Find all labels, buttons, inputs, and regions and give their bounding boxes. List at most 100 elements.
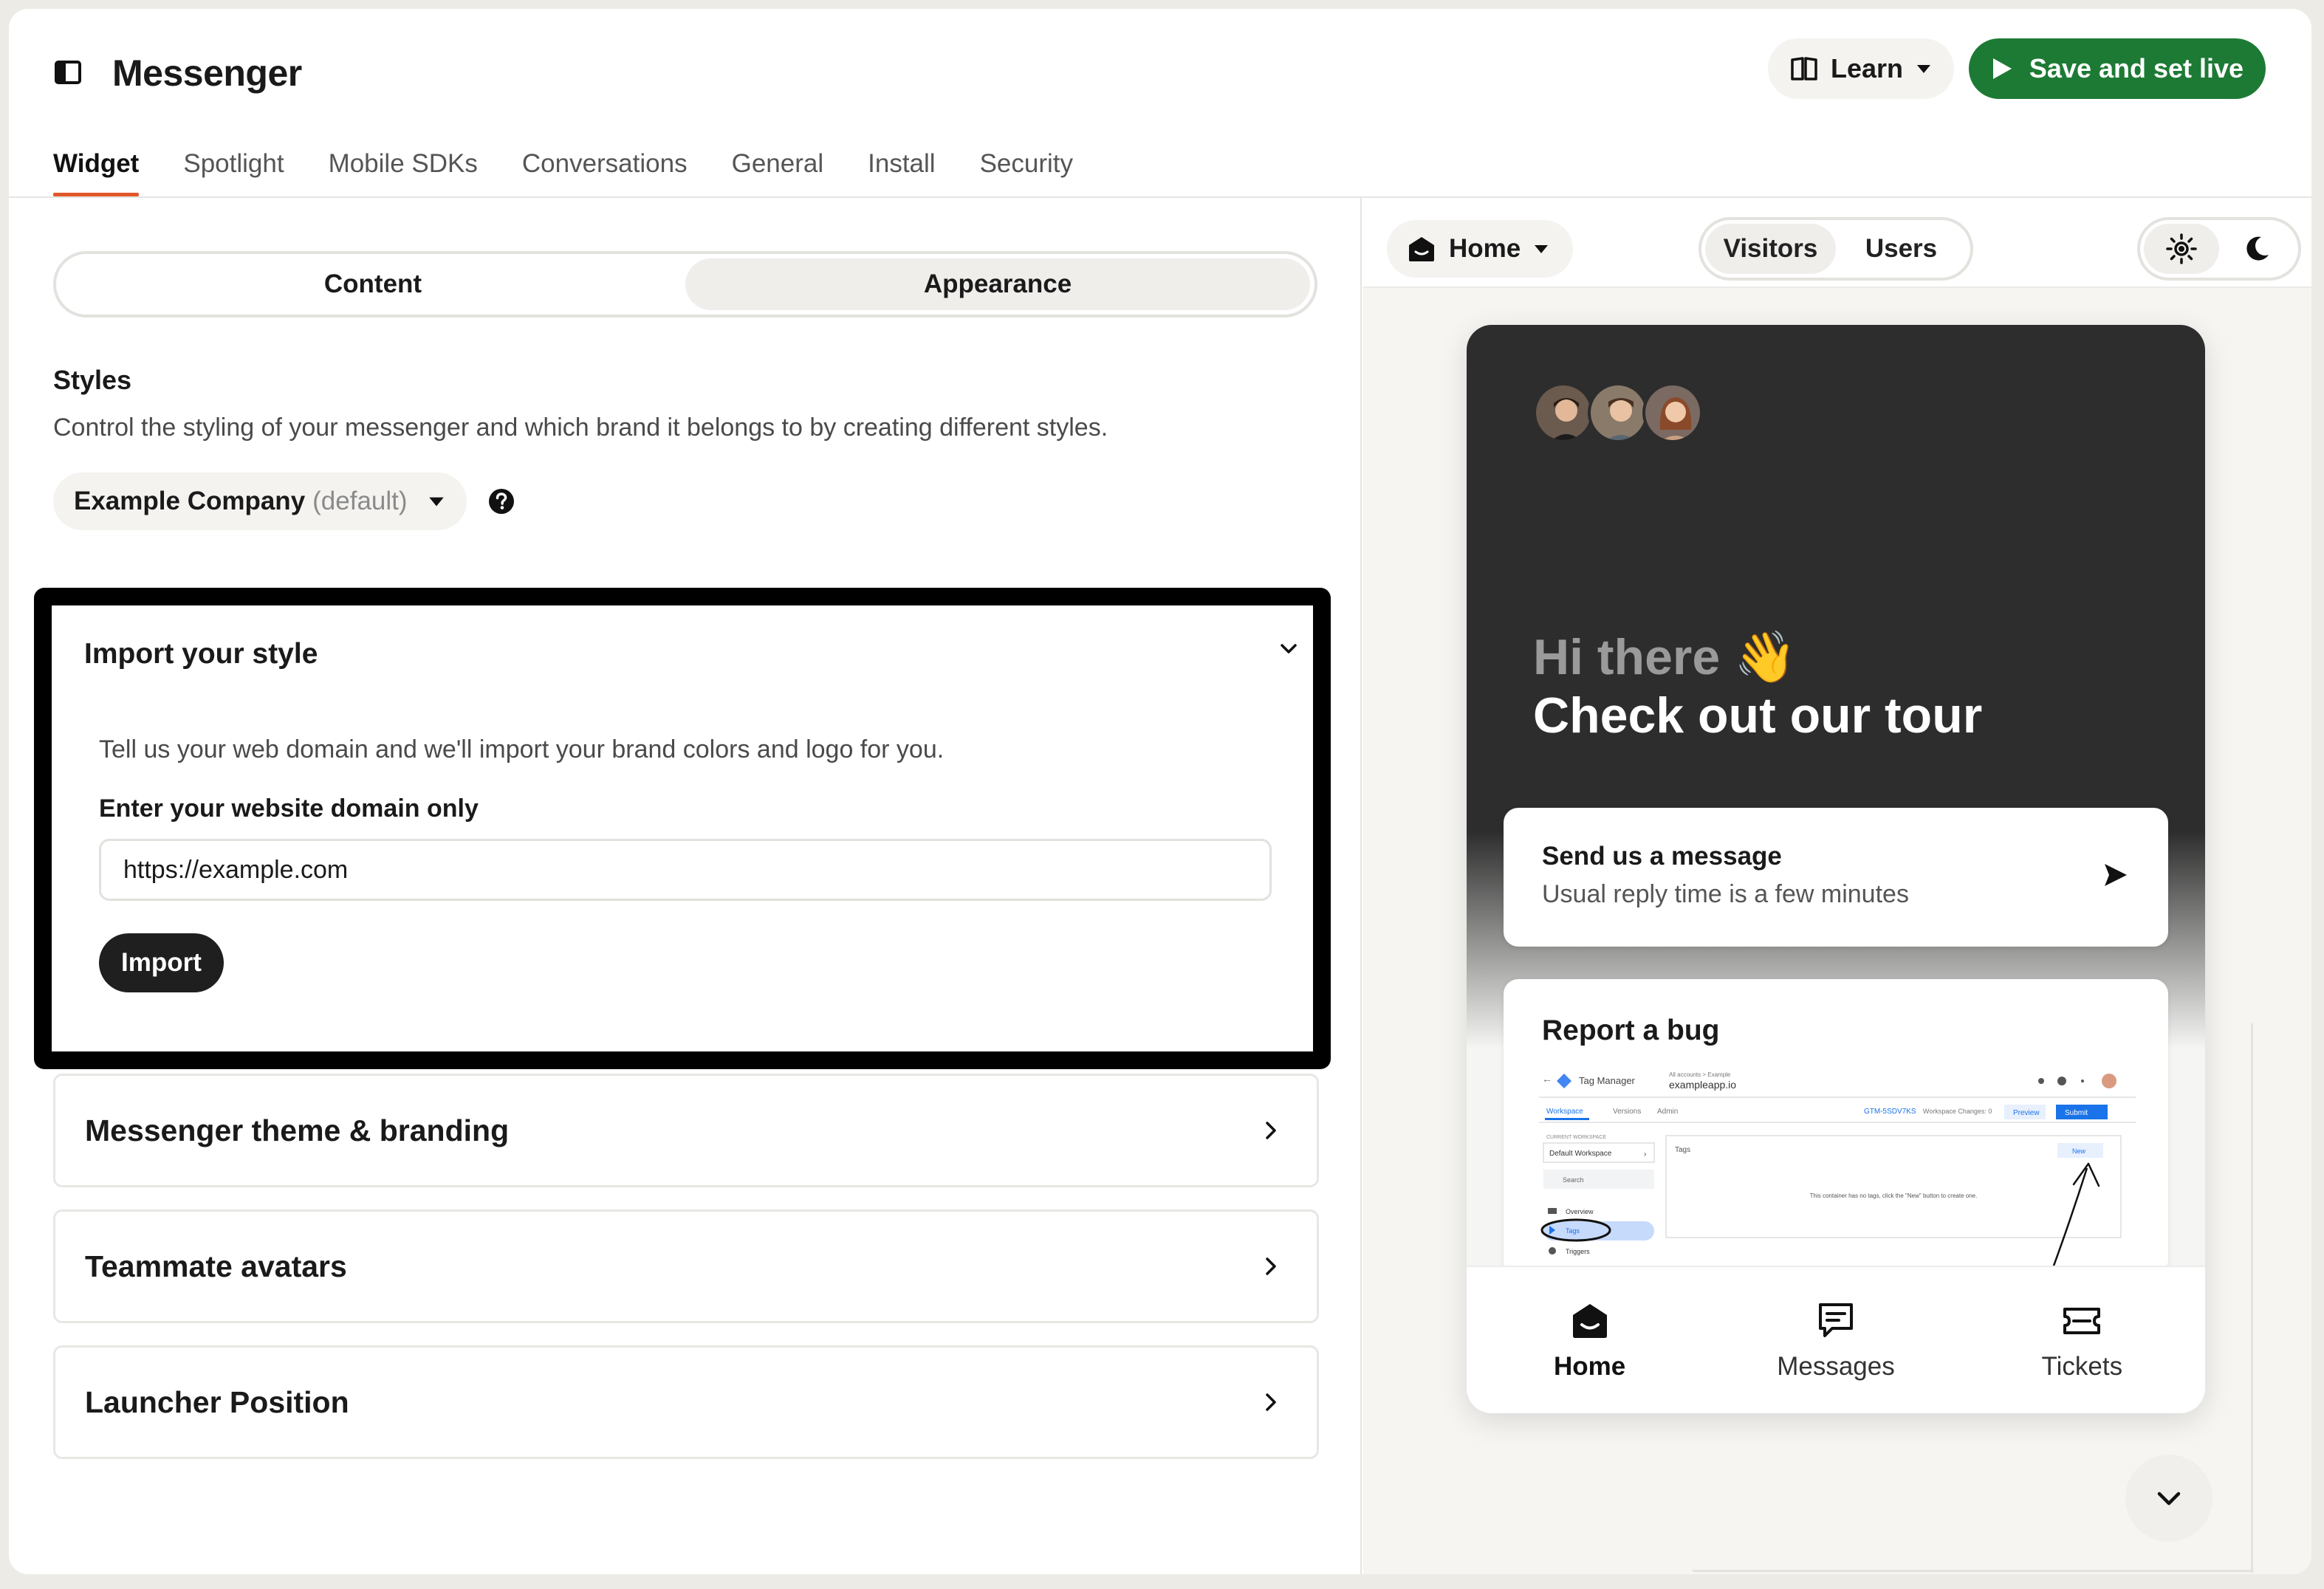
audience-visitors[interactable]: Visitors [1705, 224, 1836, 274]
website-domain-input[interactable] [99, 839, 1272, 901]
settings-panel: Content Appearance Styles Control the st… [9, 198, 1362, 1574]
style-select-dropdown[interactable]: Example Company (default) [53, 473, 467, 530]
screenshot-submit-button: Submit [2065, 1109, 2088, 1117]
import-style-section: Import your style Tell us your web domai… [34, 588, 1331, 1069]
import-description: Tell us your web domain and we'll import… [99, 735, 945, 763]
chevron-down-icon [2157, 1492, 2181, 1506]
dark-mode-button[interactable] [2219, 224, 2294, 274]
settings-tabs: Widget Spotlight Mobile SDKs Conversatio… [53, 149, 1117, 196]
screenshot-tab-versions: Versions [1613, 1108, 1641, 1116]
screenshot-tab-workspace: Workspace [1546, 1108, 1583, 1116]
screenshot-preview-button: Preview [2013, 1109, 2040, 1117]
messages-icon [1818, 1303, 1853, 1337]
tab-mobile-sdks[interactable]: Mobile SDKs [329, 149, 478, 195]
theme-toggle [2137, 217, 2301, 281]
nav-messages[interactable]: Messages [1713, 1267, 1958, 1413]
accordion-label: Messenger theme & branding [85, 1113, 510, 1147]
preview-toolbar: Home Visitors Users [1363, 198, 2311, 288]
nav-home-label: Home [1554, 1352, 1626, 1381]
screenshot-container-id: GTM-5SDV7KS [1864, 1108, 1916, 1116]
screenshot-empty-message: This container has no tags, click the "N… [1810, 1192, 1978, 1199]
horizontal-scroll-track [1693, 1570, 2254, 1572]
accordion-label: Launcher Position [85, 1384, 349, 1419]
segment-appearance[interactable]: Appearance [685, 258, 1310, 310]
learn-dropdown[interactable]: Learn [1768, 38, 1954, 99]
sidebar-toggle-icon[interactable] [53, 58, 83, 87]
vertical-scroll-track [2251, 1023, 2253, 1573]
screenshot-tags-title: Tags [1675, 1146, 1690, 1154]
chevron-right-icon [1266, 1122, 1276, 1139]
styles-description: Control the styling of your messenger an… [53, 413, 1108, 442]
preview-page-dropdown[interactable]: Home [1387, 220, 1573, 278]
teammate-avatars [1533, 382, 1703, 443]
nav-tickets[interactable]: Tickets [1959, 1267, 2205, 1413]
tab-security[interactable]: Security [980, 149, 1073, 195]
chevron-right-icon [1266, 1393, 1276, 1411]
report-bug-card[interactable]: Report a bug ← Tag Manager All accounts … [1504, 979, 2168, 1274]
accordion-label: Teammate avatars [85, 1249, 347, 1283]
accordion-theme-branding[interactable]: Messenger theme & branding [53, 1074, 1319, 1187]
messenger-widget-preview: Hi there 👋 Check out our tour Send us a … [1467, 325, 2205, 1413]
send-message-card[interactable]: Send us a message Usual reply time is a … [1504, 808, 2168, 947]
tab-widget[interactable]: Widget [53, 149, 140, 196]
tab-general[interactable]: General [732, 149, 824, 195]
segment-content[interactable]: Content [61, 258, 685, 310]
svg-text:›: › [1644, 1150, 1646, 1159]
nav-home[interactable]: Home [1467, 1267, 1713, 1413]
light-mode-button[interactable] [2144, 224, 2219, 274]
tab-install[interactable]: Install [868, 149, 935, 195]
home-icon [1409, 237, 1434, 261]
greeting-line-1: Hi there 👋 [1533, 629, 1797, 685]
tab-spotlight[interactable]: Spotlight [183, 149, 284, 195]
screenshot-nav-triggers: Triggers [1566, 1248, 1590, 1255]
page-title: Messenger [112, 52, 302, 94]
book-icon [1791, 57, 1817, 80]
chevron-right-icon [1266, 1257, 1276, 1275]
screenshot-changes: Workspace Changes: 0 [1923, 1108, 1992, 1115]
nav-tickets-label: Tickets [2041, 1352, 2123, 1381]
content-appearance-toggle: Content Appearance [53, 251, 1317, 318]
import-style-title: Import your style [84, 638, 318, 670]
import-button[interactable]: Import [99, 933, 224, 992]
avatar [1642, 382, 1703, 443]
screenshot-domain: exampleapp.io [1669, 1079, 1736, 1091]
bug-screenshot-image: ← Tag Manager All accounts > Example exa… [1539, 1066, 2136, 1274]
screenshot-breadcrumb: All accounts > Example [1669, 1071, 1731, 1078]
avatar [1588, 382, 1648, 443]
screenshot-nav-overview: Overview [1566, 1208, 1594, 1215]
messenger-settings-window: Messenger Learn Save and set live Widget… [9, 9, 2311, 1574]
screenshot-workspace-name: Default Workspace [1549, 1150, 1612, 1158]
messenger-preview-panel: Home Visitors Users Hi there 👋 Check out… [1363, 198, 2311, 1574]
nav-messages-label: Messages [1777, 1352, 1895, 1381]
caret-down-icon [428, 497, 444, 507]
screenshot-search: Search [1563, 1176, 1584, 1184]
reply-time-text: Usual reply time is a few minutes [1542, 880, 1909, 908]
greeting-line-2: Check out our tour [1533, 687, 1983, 744]
learn-label: Learn [1830, 53, 1904, 83]
styles-heading: Styles [53, 365, 132, 395]
chevron-down-icon[interactable] [1276, 636, 1301, 662]
ticket-icon [2063, 1308, 2101, 1334]
save-and-set-live-button[interactable]: Save and set live [1969, 38, 2266, 99]
home-icon [1572, 1304, 1607, 1338]
accordion-teammate-avatars[interactable]: Teammate avatars [53, 1209, 1319, 1323]
caret-down-icon [1917, 65, 1931, 73]
company-name: Example Company [74, 487, 306, 515]
audience-toggle: Visitors Users [1699, 217, 1973, 281]
screenshot-current-workspace: CURRENT WORKSPACE [1546, 1135, 1606, 1140]
send-arrow-icon [2105, 864, 2127, 886]
header: Messenger Learn Save and set live Widget… [9, 9, 2311, 198]
save-label: Save and set live [2029, 53, 2244, 83]
accordion-launcher-position[interactable]: Launcher Position [53, 1345, 1319, 1459]
screenshot-app-name: Tag Manager [1579, 1075, 1636, 1086]
messenger-launcher-button[interactable] [2125, 1455, 2212, 1542]
tab-conversations[interactable]: Conversations [522, 149, 688, 195]
send-message-title: Send us a message [1542, 842, 1782, 871]
moon-icon [2246, 236, 2269, 261]
caret-down-icon [1535, 245, 1549, 253]
avatar [1533, 382, 1594, 443]
audience-users[interactable]: Users [1836, 224, 1967, 274]
messenger-bottom-nav: Home Messages Tickets [1467, 1266, 2205, 1413]
help-icon[interactable] [487, 487, 515, 515]
screenshot-nav-tags: Tags [1566, 1227, 1580, 1235]
